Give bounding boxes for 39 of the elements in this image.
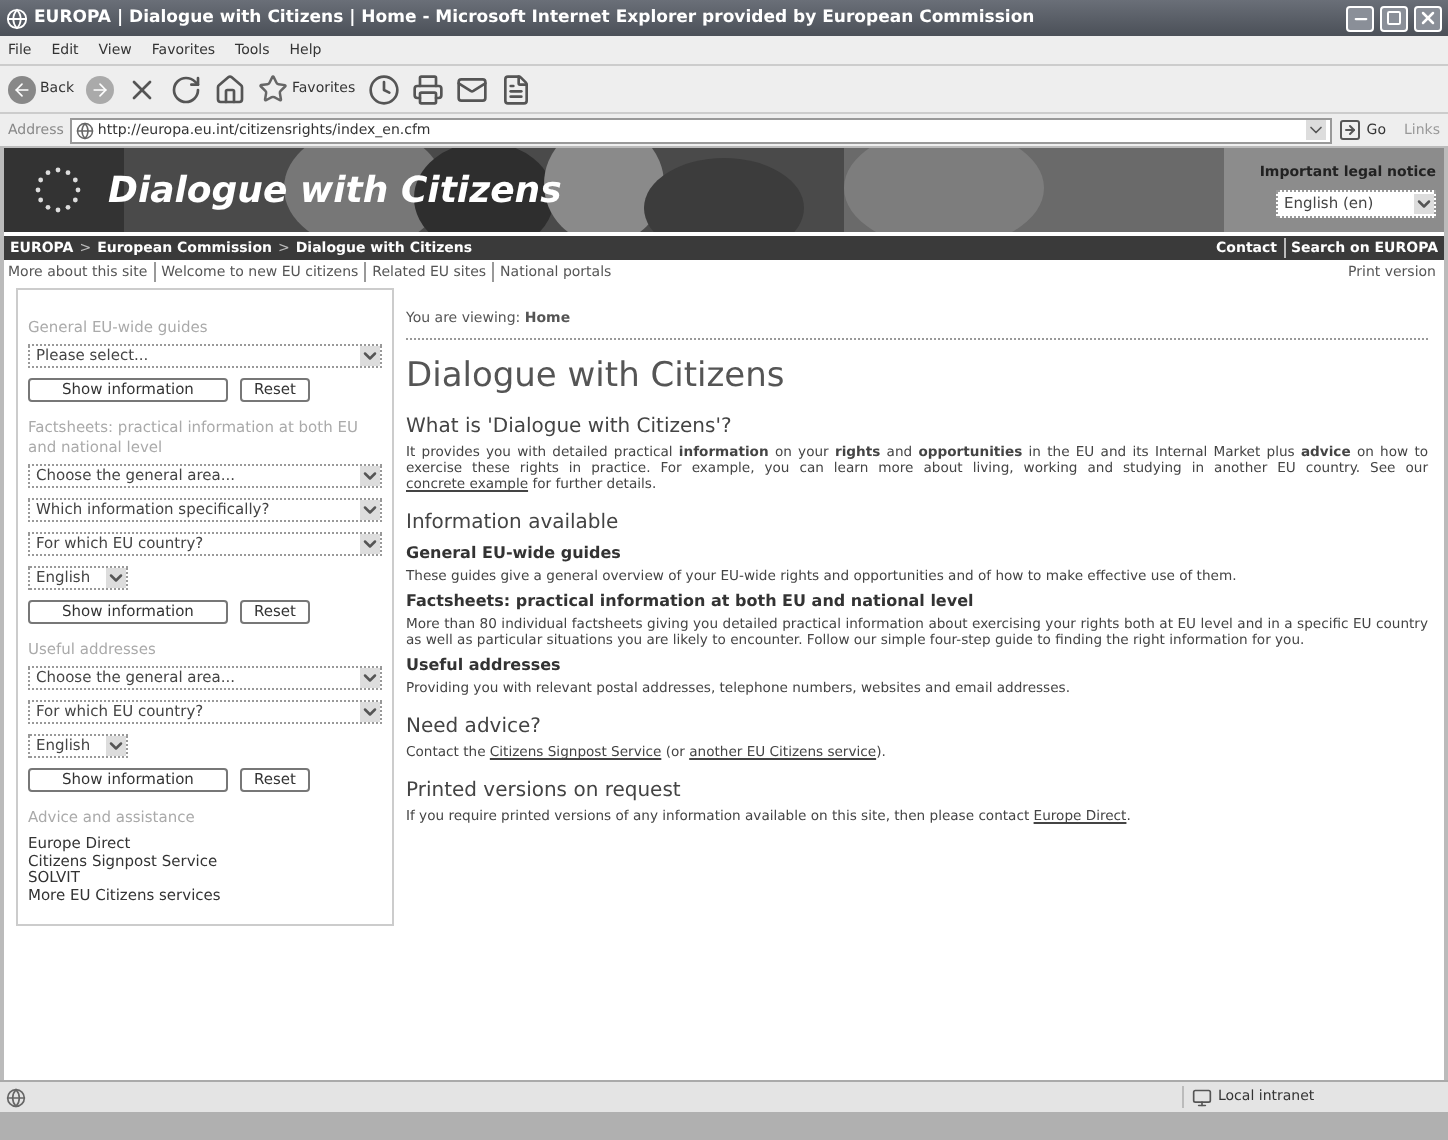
star-icon (258, 74, 288, 104)
chevron-icon (1306, 120, 1327, 140)
history-icon[interactable] (367, 73, 400, 105)
page-icon (6, 1087, 26, 1107)
maximize-button[interactable] (1380, 5, 1408, 31)
window-title: EUROPA | Dialogue with Citizens | Home - Microsoft Internet Explorer provided by European Commission (34, 5, 1037, 31)
chevron-icon (360, 500, 380, 520)
subsection-heading: General EU-wide guides (406, 542, 623, 564)
intranet-icon (1192, 1087, 1212, 1107)
chevron-icon (360, 534, 380, 554)
chevron-icon (106, 568, 126, 588)
go-icon (1338, 118, 1363, 142)
page-heading: Dialogue with Citizens (406, 356, 787, 396)
close-icon (1418, 8, 1438, 28)
browser-icon (6, 7, 28, 29)
page-icon (75, 121, 94, 139)
edit-icon[interactable] (499, 73, 532, 105)
site-title: Dialogue with Citizens (108, 167, 562, 215)
subsection-heading: Factsheets: practical information at both EU and national level (406, 590, 976, 612)
section-heading: Printed versions on request (406, 778, 683, 804)
chevron-icon (360, 346, 380, 366)
section-heading: Need advice? (406, 714, 543, 740)
home-icon[interactable] (214, 73, 246, 105)
chevron-icon (1414, 193, 1434, 214)
chevron-icon (360, 466, 380, 486)
subsection-heading: Useful addresses (406, 654, 563, 676)
chevron-icon (360, 668, 380, 688)
section-heading: What is 'Dialogue with Citizens'? (406, 414, 734, 440)
print-icon[interactable] (411, 73, 444, 105)
back-icon (8, 75, 36, 103)
maximize-icon (1386, 10, 1402, 26)
close-button[interactable] (1414, 5, 1442, 31)
refresh-icon[interactable] (170, 73, 202, 105)
mail-icon[interactable] (455, 73, 488, 105)
chevron-icon (106, 736, 126, 756)
minimize-button[interactable] (1346, 5, 1374, 31)
stars-circle-icon (32, 164, 84, 216)
section-heading: Information available (406, 510, 621, 536)
chevron-icon (360, 702, 380, 722)
